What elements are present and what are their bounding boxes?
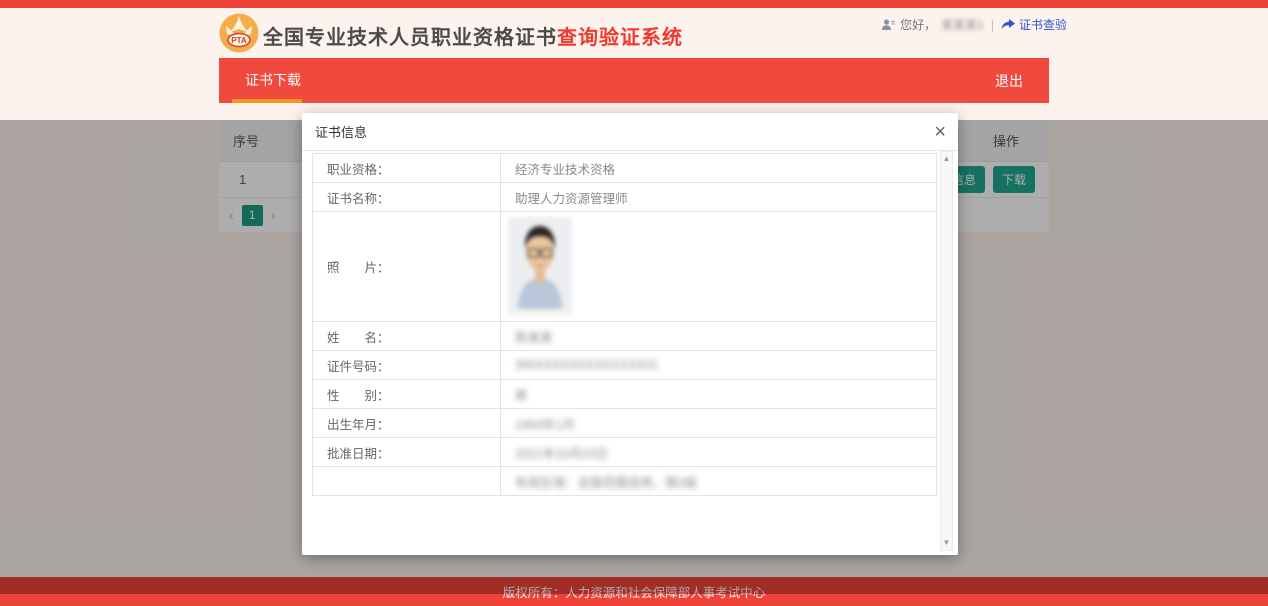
table-row-region: 有效区域：全国范围适用，限2级 bbox=[313, 467, 937, 496]
username-masked: 某某某1 bbox=[941, 16, 984, 33]
certificate-photo bbox=[508, 217, 572, 316]
row-label: 证件号码： bbox=[313, 351, 501, 380]
row-value: 经济专业技术资格 bbox=[501, 154, 937, 183]
row-label: 照 片： bbox=[313, 212, 501, 322]
scroll-up-icon[interactable]: ▲ bbox=[943, 152, 951, 166]
modal-body: 职业资格： 经济专业技术资格 证书名称： 助理人力资源管理师 照 片： bbox=[302, 151, 958, 554]
tab-cert-download[interactable]: 证书下载 bbox=[245, 58, 301, 103]
modal-title: 证书信息 bbox=[315, 122, 367, 141]
table-row-gender: 性 别： 男 bbox=[313, 380, 937, 409]
modal-header: 证书信息 × bbox=[302, 113, 958, 151]
certificate-detail-table: 职业资格： 经济专业技术资格 证书名称： 助理人力资源管理师 照 片： bbox=[312, 153, 937, 496]
main-navbar: 证书下载 退出 bbox=[219, 58, 1049, 103]
modal-scrollbar[interactable]: ▲ ▼ bbox=[940, 151, 953, 551]
table-row-birth-date: 出生年月： 1993年1月 bbox=[313, 409, 937, 438]
row-label bbox=[313, 467, 501, 496]
svg-text:PTA: PTA bbox=[231, 36, 247, 45]
page-title: 全国专业技术人员职业资格证书查询验证系统 bbox=[263, 15, 683, 52]
table-row-name: 姓 名： 陈某某 bbox=[313, 322, 937, 351]
row-label: 职业资格： bbox=[313, 154, 501, 183]
pta-logo-icon: PTA bbox=[219, 13, 259, 53]
row-value bbox=[501, 212, 937, 322]
row-value: 助理人力资源管理师 bbox=[501, 183, 937, 212]
user-icon bbox=[881, 18, 895, 31]
tab-cert-download-label: 证书下载 bbox=[245, 72, 301, 88]
table-row-photo: 照 片： bbox=[313, 212, 937, 322]
share-arrow-icon bbox=[1001, 19, 1015, 31]
row-value-blurred: 陈某某 bbox=[501, 322, 937, 351]
top-red-bar bbox=[0, 0, 1268, 8]
row-value-blurred: 有效区域：全国范围适用，限2级 bbox=[501, 467, 937, 496]
brand: PTA 全国专业技术人员职业资格证书查询验证系统 bbox=[219, 13, 683, 53]
exit-button[interactable]: 退出 bbox=[995, 71, 1023, 91]
row-label: 证书名称： bbox=[313, 183, 501, 212]
page-title-accent: 查询验证系统 bbox=[557, 27, 683, 49]
separator: | bbox=[991, 18, 994, 32]
row-label: 批准日期： bbox=[313, 438, 501, 467]
scroll-down-icon[interactable]: ▼ bbox=[943, 536, 951, 550]
row-label: 性 别： bbox=[313, 380, 501, 409]
cert-verify-label: 证书查验 bbox=[1019, 16, 1067, 33]
table-row-approval-date: 批准日期： 2021年10月23日 bbox=[313, 438, 937, 467]
row-label: 出生年月： bbox=[313, 409, 501, 438]
user-bar: 您好， 某某某1 | 证书查验 bbox=[881, 16, 1067, 33]
site-header: PTA 全国专业技术人员职业资格证书查询验证系统 您好， 某某某1 | 证书查验 bbox=[219, 8, 1049, 58]
row-value-blurred: 男 bbox=[501, 380, 937, 409]
row-value-blurred: 1993年1月 bbox=[501, 409, 937, 438]
table-row-qualification: 职业资格： 经济专业技术资格 bbox=[313, 154, 937, 183]
table-row-id-number: 证件号码： 350XXXXXXXXXXXXX01 bbox=[313, 351, 937, 380]
greeting-text: 您好， bbox=[900, 16, 936, 33]
row-label: 姓 名： bbox=[313, 322, 501, 351]
active-tab-indicator bbox=[232, 99, 302, 103]
table-row-cert-name: 证书名称： 助理人力资源管理师 bbox=[313, 183, 937, 212]
row-value-blurred: 2021年10月23日 bbox=[501, 438, 937, 467]
cert-verify-link[interactable]: 证书查验 bbox=[1001, 16, 1067, 33]
cert-info-modal: 证书信息 × 职业资格： 经济专业技术资格 证书名称： 助理人力资源管理师 照 … bbox=[302, 113, 958, 555]
close-icon[interactable]: × bbox=[934, 122, 946, 142]
page-title-main: 全国专业技术人员职业资格证书 bbox=[263, 27, 557, 49]
row-value-blurred: 350XXXXXXXXXXXXX01 bbox=[501, 351, 937, 380]
